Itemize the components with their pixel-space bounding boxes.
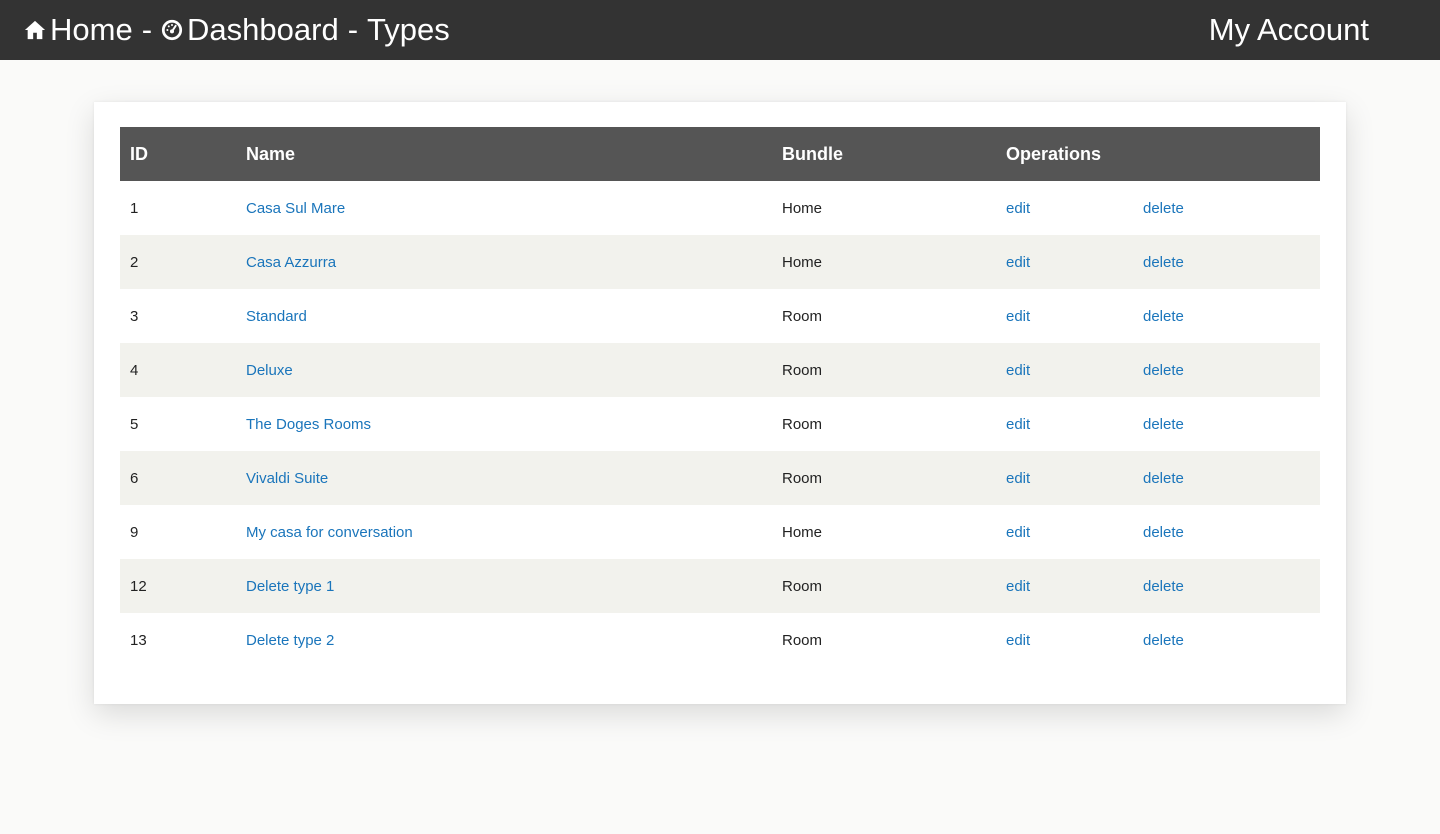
cell-bundle: Home [782,523,823,541]
table-row: 1 Casa Sul Mare Home edit delete [120,181,1320,235]
breadcrumb-home-label: Home [50,12,133,47]
type-name-link[interactable]: Deluxe [246,362,293,379]
type-name-link[interactable]: Delete type 2 [246,632,334,649]
delete-link[interactable]: delete [1143,416,1184,433]
cell-id: 1 [130,199,139,217]
types-table: ID Name Bundle Operations 1 Casa Sul Mar… [120,127,1320,667]
breadcrumb-separator: - [347,12,359,47]
breadcrumb-dashboard-link[interactable]: Dashboard [161,12,339,48]
edit-link[interactable]: edit [1006,254,1030,271]
type-name-link[interactable]: My casa for conversation [246,524,413,541]
cell-bundle: Room [782,469,823,487]
breadcrumb-dashboard-label: Dashboard [187,12,339,47]
cell-bundle: Home [782,199,823,217]
page-title: Types [367,12,450,47]
type-name-link[interactable]: Standard [246,308,307,325]
cell-id: 13 [130,631,147,649]
cell-id: 12 [130,577,147,595]
delete-link[interactable]: delete [1143,362,1184,379]
type-name-link[interactable]: Casa Azzurra [246,254,336,271]
table-row: 6 Vivaldi Suite Room edit delete [120,451,1320,505]
type-name-link[interactable]: The Doges Rooms [246,416,371,433]
edit-link[interactable]: edit [1006,632,1030,649]
cell-id: 2 [130,253,139,271]
table-row: 4 Deluxe Room edit delete [120,343,1320,397]
cell-bundle: Room [782,415,823,433]
breadcrumb-separator: - [141,12,153,47]
column-header-id: ID [130,143,148,164]
cell-bundle: Home [782,253,823,271]
delete-link[interactable]: delete [1143,308,1184,325]
table-row: 2 Casa Azzurra Home edit delete [120,235,1320,289]
column-header-operations: Operations [1006,143,1102,164]
cell-id: 3 [130,307,139,325]
edit-link[interactable]: edit [1006,578,1030,595]
edit-link[interactable]: edit [1006,362,1030,379]
delete-link[interactable]: delete [1143,200,1184,217]
cell-bundle: Room [782,307,823,325]
breadcrumb-home-link[interactable]: Home [24,12,133,48]
cell-id: 4 [130,361,139,379]
column-header-name: Name [246,143,296,164]
table-row: 13 Delete type 2 Room edit delete [120,613,1320,667]
delete-link[interactable]: delete [1143,632,1184,649]
cell-bundle: Room [782,631,823,649]
table-row: 3 Standard Room edit delete [120,289,1320,343]
cell-id: 5 [130,415,139,433]
delete-link[interactable]: delete [1143,470,1184,487]
cell-bundle: Room [782,577,823,595]
type-name-link[interactable]: Delete type 1 [246,578,334,595]
cell-bundle: Room [782,361,823,379]
table-row: 5 The Doges Rooms Room edit delete [120,397,1320,451]
home-icon [24,19,46,41]
cell-id: 6 [130,469,139,487]
top-navigation-bar: Home - Dashboard - Types My Account [0,0,1440,60]
dashboard-gauge-icon [161,19,183,41]
delete-link[interactable]: delete [1143,578,1184,595]
edit-link[interactable]: edit [1006,470,1030,487]
my-account-link[interactable]: My Account [1209,0,1369,60]
table-header-row: ID Name Bundle Operations [120,127,1320,181]
breadcrumb: Home - Dashboard - Types [24,0,450,60]
edit-link[interactable]: edit [1006,308,1030,325]
edit-link[interactable]: edit [1006,200,1030,217]
cell-id: 9 [130,523,139,541]
type-name-link[interactable]: Vivaldi Suite [246,470,328,487]
delete-link[interactable]: delete [1143,254,1184,271]
table-row: 12 Delete type 1 Room edit delete [120,559,1320,613]
edit-link[interactable]: edit [1006,524,1030,541]
table-row: 9 My casa for conversation Home edit del… [120,505,1320,559]
types-card: ID Name Bundle Operations 1 Casa Sul Mar… [94,102,1346,704]
column-header-bundle: Bundle [782,143,843,164]
delete-link[interactable]: delete [1143,524,1184,541]
type-name-link[interactable]: Casa Sul Mare [246,200,345,217]
edit-link[interactable]: edit [1006,416,1030,433]
